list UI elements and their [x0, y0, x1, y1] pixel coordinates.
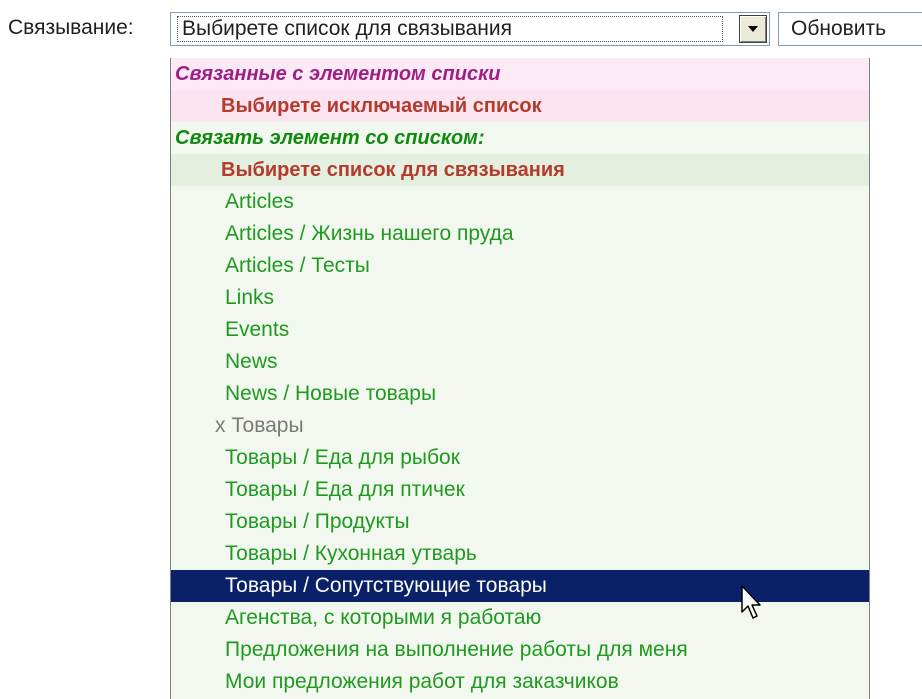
- screen: Связывание: Выбирете список для связыван…: [0, 0, 922, 699]
- dropdown-arrow-button[interactable]: [739, 15, 767, 43]
- list-option[interactable]: Товары / Продукты: [171, 506, 869, 538]
- link-list-select[interactable]: Выбирете список для связывания: [170, 12, 770, 46]
- list-option[interactable]: Articles / Жизнь нашего пруда: [171, 218, 869, 250]
- list-option-disabled: x Товары: [171, 410, 869, 442]
- list-option[interactable]: Мои предложения работ для заказчиков: [171, 666, 869, 698]
- link-to-list-group-header: Связать элемент со списком:: [171, 122, 869, 154]
- mouse-pointer-icon: [741, 585, 761, 619]
- list-option[interactable]: Articles: [171, 186, 869, 218]
- list-option[interactable]: Articles / Тесты: [171, 250, 869, 282]
- list-option[interactable]: Events: [171, 314, 869, 346]
- chevron-down-icon: [748, 26, 758, 32]
- dropdown-list[interactable]: Связанные с элементом списки Выбирете ис…: [170, 58, 870, 699]
- link-toolbar: Связывание: Выбирете список для связыван…: [0, 0, 922, 58]
- link-list-placeholder-option[interactable]: Выбирете список для связывания: [171, 154, 869, 186]
- linked-lists-group-header: Связанные с элементом списки: [171, 58, 869, 90]
- list-option[interactable]: News: [171, 346, 869, 378]
- select-current-value[interactable]: Выбирете список для связывания: [177, 16, 723, 42]
- list-option[interactable]: Товары / Еда для рыбок: [171, 442, 869, 474]
- list-option[interactable]: Товары / Еда для птичек: [171, 474, 869, 506]
- list-option[interactable]: Агенства, с которыми я работаю: [171, 602, 869, 634]
- list-option[interactable]: Предложения на выполнение работы для мен…: [171, 634, 869, 666]
- exclude-list-placeholder-option[interactable]: Выбирете исключаемый список: [171, 90, 869, 122]
- list-option[interactable]: News / Новые товары: [171, 378, 869, 410]
- list-option[interactable]: Товары / Кухонная утварь: [171, 538, 869, 570]
- list-option[interactable]: Links: [171, 282, 869, 314]
- link-label: Связывание:: [8, 16, 134, 39]
- list-option-selected[interactable]: Товары / Сопутствующие товары: [171, 570, 869, 602]
- refresh-button[interactable]: Обновить: [778, 12, 922, 46]
